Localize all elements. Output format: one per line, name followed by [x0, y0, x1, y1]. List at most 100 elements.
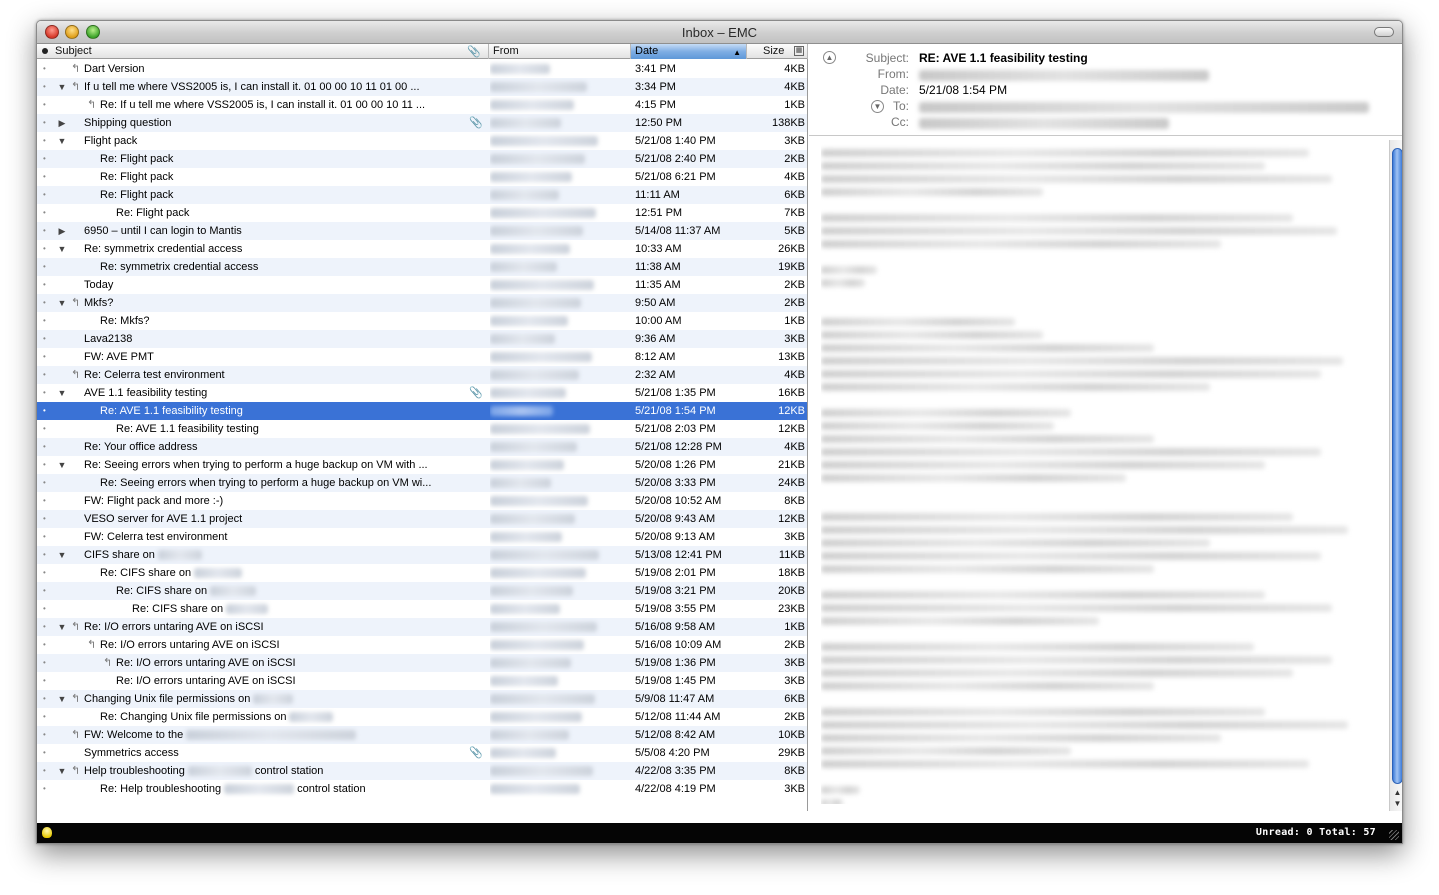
read-status-dot-icon[interactable]: • [43, 60, 49, 78]
read-status-dot-icon[interactable]: • [43, 654, 49, 672]
message-row[interactable]: • Re: Help troubleshooting control station… [37, 780, 807, 798]
thread-collapse-triangle-icon[interactable]: ▼ [57, 132, 67, 150]
read-status-dot-icon[interactable]: • [43, 204, 49, 222]
column-config-icon[interactable]: ▦ [794, 46, 804, 56]
read-status-dot-icon[interactable]: • [43, 708, 49, 726]
message-row[interactable]: • FW: Flight pack and more :-) 5/20/08 10:… [37, 492, 807, 510]
read-status-dot-icon[interactable]: • [43, 150, 49, 168]
message-row[interactable]: • ▼ CIFS share on 5/13/08 12:41 PM 11KB [37, 546, 807, 564]
lightbulb-icon[interactable] [42, 827, 52, 838]
message-row[interactable]: • Today 11:35 AM 2KB [37, 276, 807, 294]
message-row[interactable]: • ▼ Re: symmetrix credential access 10:33 A… [37, 240, 807, 258]
read-status-dot-icon[interactable]: • [43, 312, 49, 330]
read-status-dot-icon[interactable]: • [43, 546, 49, 564]
message-row[interactable]: • ▶ Shipping question 📎 12:50 PM 138KB [37, 114, 807, 132]
read-status-dot-icon[interactable]: • [43, 330, 49, 348]
read-status-dot-icon[interactable]: • [43, 456, 49, 474]
thread-collapse-triangle-icon[interactable]: ▼ [57, 456, 67, 474]
thread-collapse-triangle-icon[interactable]: ▼ [57, 384, 67, 402]
message-row[interactable]: • ▼ Re: Seeing errors when trying to perfo… [37, 456, 807, 474]
title-bar[interactable]: Inbox – EMC [37, 21, 1402, 44]
message-row[interactable]: • Re: Flight pack 5/21/08 2:40 PM 2KB [37, 150, 807, 168]
message-row[interactable]: • ↰ Re: I/O errors untaring AVE on iSCSI 5/… [37, 654, 807, 672]
message-row[interactable]: • Re: Flight pack 12:51 PM 7KB [37, 204, 807, 222]
message-row[interactable]: • ↰ FW: Welcome to the 5/12/08 8:42 AM 10KB [37, 726, 807, 744]
read-status-dot-icon[interactable]: • [43, 402, 49, 420]
message-row[interactable]: • FW: AVE PMT 8:12 AM 13KB [37, 348, 807, 366]
read-status-dot-icon[interactable]: • [43, 240, 49, 258]
read-status-dot-icon[interactable]: • [43, 528, 49, 546]
read-status-dot-icon[interactable]: • [43, 492, 49, 510]
thread-collapse-triangle-icon[interactable]: ▼ [57, 762, 67, 780]
message-row[interactable]: • ▼ AVE 1.1 feasibility testing 📎 5/21/08 1:… [37, 384, 807, 402]
thread-collapse-triangle-icon[interactable]: ▼ [57, 690, 67, 708]
read-status-dot-icon[interactable]: • [43, 780, 49, 798]
read-status-dot-icon[interactable]: • [43, 744, 49, 762]
message-row[interactable]: • Re: Your office address 5/21/08 12:28 PM… [37, 438, 807, 456]
scroll-up-arrow-icon[interactable]: ▲ [1392, 788, 1402, 798]
read-status-dot-icon[interactable]: • [43, 384, 49, 402]
scroll-down-arrow-icon[interactable]: ▼ [1392, 799, 1402, 809]
message-row[interactable]: • ▼ ↰ Help troubleshooting control station 4/… [37, 762, 807, 780]
message-row[interactable]: • Re: Mkfs? 10:00 AM 1KB [37, 312, 807, 330]
message-row[interactable]: • ▼ ↰ Mkfs? 9:50 AM 2KB [37, 294, 807, 312]
message-row[interactable]: • VESO server for AVE 1.1 project 5/20/08 … [37, 510, 807, 528]
read-status-dot-icon[interactable]: • [43, 348, 49, 366]
resize-grip-icon[interactable] [1389, 830, 1399, 840]
message-row[interactable]: • Re: AVE 1.1 feasibility testing 5/21/08 … [37, 402, 807, 420]
message-row[interactable]: • ▼ ↰ Changing Unix file permissions on 5/9/… [37, 690, 807, 708]
thread-collapse-triangle-icon[interactable]: ▼ [57, 78, 67, 96]
read-status-dot-icon[interactable]: • [43, 600, 49, 618]
read-status-dot-icon[interactable]: • [43, 636, 49, 654]
read-status-dot-icon[interactable]: • [43, 96, 49, 114]
message-row[interactable]: • Re: Flight pack 5/21/08 6:21 PM 4KB [37, 168, 807, 186]
read-status-dot-icon[interactable]: • [43, 168, 49, 186]
read-status-dot-icon[interactable]: • [43, 366, 49, 384]
read-status-dot-icon[interactable]: • [43, 132, 49, 150]
message-row[interactable]: • ↰ Re: If u tell me where VSS2005 is, I c… [37, 96, 807, 114]
message-row[interactable]: • Re: CIFS share on 5/19/08 3:55 PM 23KB [37, 600, 807, 618]
read-status-dot-icon[interactable]: • [43, 114, 49, 132]
thread-collapse-triangle-icon[interactable]: ▼ [57, 240, 67, 258]
read-status-dot-icon[interactable]: • [43, 474, 49, 492]
message-row[interactable]: • Re: Seeing errors when trying to perfor… [37, 474, 807, 492]
thread-expand-triangle-icon[interactable]: ▶ [57, 114, 67, 132]
read-status-dot-icon[interactable]: • [43, 618, 49, 636]
message-row[interactable]: • Re: CIFS share on 5/19/08 3:21 PM 20KB [37, 582, 807, 600]
thread-collapse-triangle-icon[interactable]: ▼ [57, 546, 67, 564]
preview-scrollbar[interactable]: ▲ ▼ [1389, 140, 1402, 811]
read-status-dot-icon[interactable]: • [43, 726, 49, 744]
read-status-dot-icon[interactable]: • [43, 78, 49, 96]
column-from[interactable]: From [489, 44, 631, 59]
thread-expand-triangle-icon[interactable]: ▶ [57, 222, 67, 240]
message-row[interactable]: • ▼ Flight pack 5/21/08 1:40 PM 3KB [37, 132, 807, 150]
read-status-dot-icon[interactable]: • [43, 762, 49, 780]
toolbar-toggle-button[interactable] [1374, 27, 1394, 37]
column-date[interactable]: Date ▲ [631, 44, 747, 59]
message-row[interactable]: • Symmetrics access 📎 5/5/08 4:20 PM 29KB [37, 744, 807, 762]
read-status-dot-icon[interactable]: • [43, 258, 49, 276]
read-status-dot-icon[interactable]: • [43, 564, 49, 582]
message-row[interactable]: • Re: AVE 1.1 feasibility testing 5/21/08 … [37, 420, 807, 438]
message-row[interactable]: • ▶ 6950 – until I can login to Mantis 5/14… [37, 222, 807, 240]
thread-collapse-triangle-icon[interactable]: ▼ [57, 294, 67, 312]
thread-collapse-triangle-icon[interactable]: ▼ [57, 618, 67, 636]
message-row[interactable]: • Re: Flight pack 11:11 AM 6KB [37, 186, 807, 204]
column-size[interactable]: Size ▦ [747, 44, 808, 59]
message-row[interactable]: • ▼ ↰ If u tell me where VSS2005 is, I can … [37, 78, 807, 96]
message-row[interactable]: • Re: I/O errors untaring AVE on iSCSI 5/1… [37, 672, 807, 690]
read-status-dot-icon[interactable]: • [43, 222, 49, 240]
message-row[interactable]: • Lava2138 9:36 AM 3KB [37, 330, 807, 348]
read-status-dot-icon[interactable]: • [43, 510, 49, 528]
message-row[interactable]: • ↰ Re: I/O errors untaring AVE on iSCSI 5/… [37, 636, 807, 654]
message-row[interactable]: • ↰ Re: Celerra test environment 2:32 AM 4KB [37, 366, 807, 384]
read-status-dot-icon[interactable]: • [43, 276, 49, 294]
scrollbar-thumb[interactable] [1392, 148, 1402, 784]
read-status-dot-icon[interactable]: • [43, 438, 49, 456]
message-row[interactable]: • ▼ ↰ Re: I/O errors untaring AVE on iSCSI 5… [37, 618, 807, 636]
read-status-dot-icon[interactable]: • [43, 294, 49, 312]
message-row[interactable]: • Re: symmetrix credential access 11:38 AM… [37, 258, 807, 276]
read-status-dot-icon[interactable]: • [43, 690, 49, 708]
message-row[interactable]: • Re: Changing Unix file permissions on 5/… [37, 708, 807, 726]
read-status-dot-icon[interactable]: • [43, 186, 49, 204]
